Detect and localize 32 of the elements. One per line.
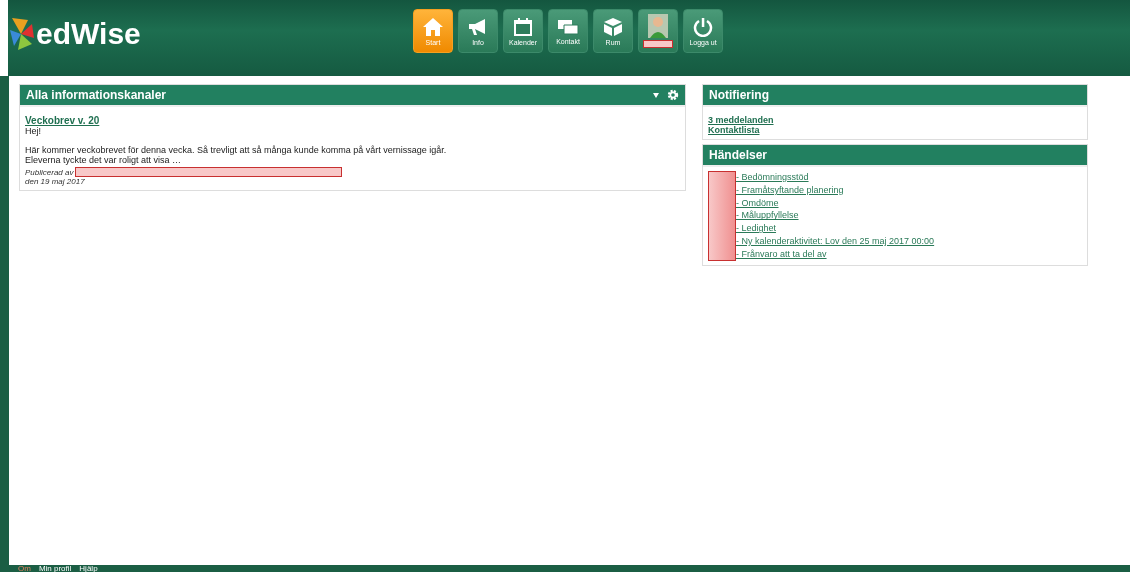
event-link[interactable]: - Framåtsyftande planering [736,183,935,197]
post-title-link[interactable]: Veckobrev v. 20 [25,115,680,126]
panel-title: Notifiering [709,88,769,102]
event-link[interactable]: - Frånvaro att ta del av [736,247,935,261]
post-excerpt: Här kommer veckobrevet för denna vecka. Så trevligt att så många kunde komma på vårt vernissage igår. Eleverna tyckte det var roligt att visa … [25,145,448,165]
redaction-box [643,40,673,48]
footer-link[interactable]: Min profil [38,565,72,572]
pinwheel-logo-icon [8,16,34,52]
panel-title: Alla informationskanaler [26,88,167,102]
power-icon [693,16,713,37]
footer-link[interactable]: Om [18,565,31,572]
dropdown-caret-icon[interactable] [653,92,659,98]
envelopes-icon [557,17,579,36]
event-link[interactable]: - Ledighet [736,222,935,235]
settings-icon[interactable] [667,89,679,101]
greeting-text: Hej! [25,126,42,136]
event-link[interactable]: - Ny kalenderaktivitet: Lov den 25 maj 2017 00:00 [736,235,935,248]
notification-link[interactable]: Kontaktlista [708,125,1082,135]
panel-title: Händelser [709,148,768,162]
logo-text: edWise [36,17,141,51]
post-date: den 19 maj 2017 [25,177,86,186]
event-link[interactable]: - Måluppfyllelse [736,209,935,223]
profile-nav-button[interactable] [638,9,678,53]
cube-icon [603,16,623,37]
house-icon [422,16,444,37]
calendar-icon [513,16,533,37]
footer-link[interactable]: Hjälp [79,565,98,572]
notification-link[interactable]: 3 meddelanden [708,115,1082,125]
publisher-label: Publicerad av [25,167,74,177]
event-link[interactable]: - Omdöme [736,196,935,210]
avatar-icon [648,14,668,38]
event-link[interactable]: - Bedömningsstöd [736,171,935,184]
